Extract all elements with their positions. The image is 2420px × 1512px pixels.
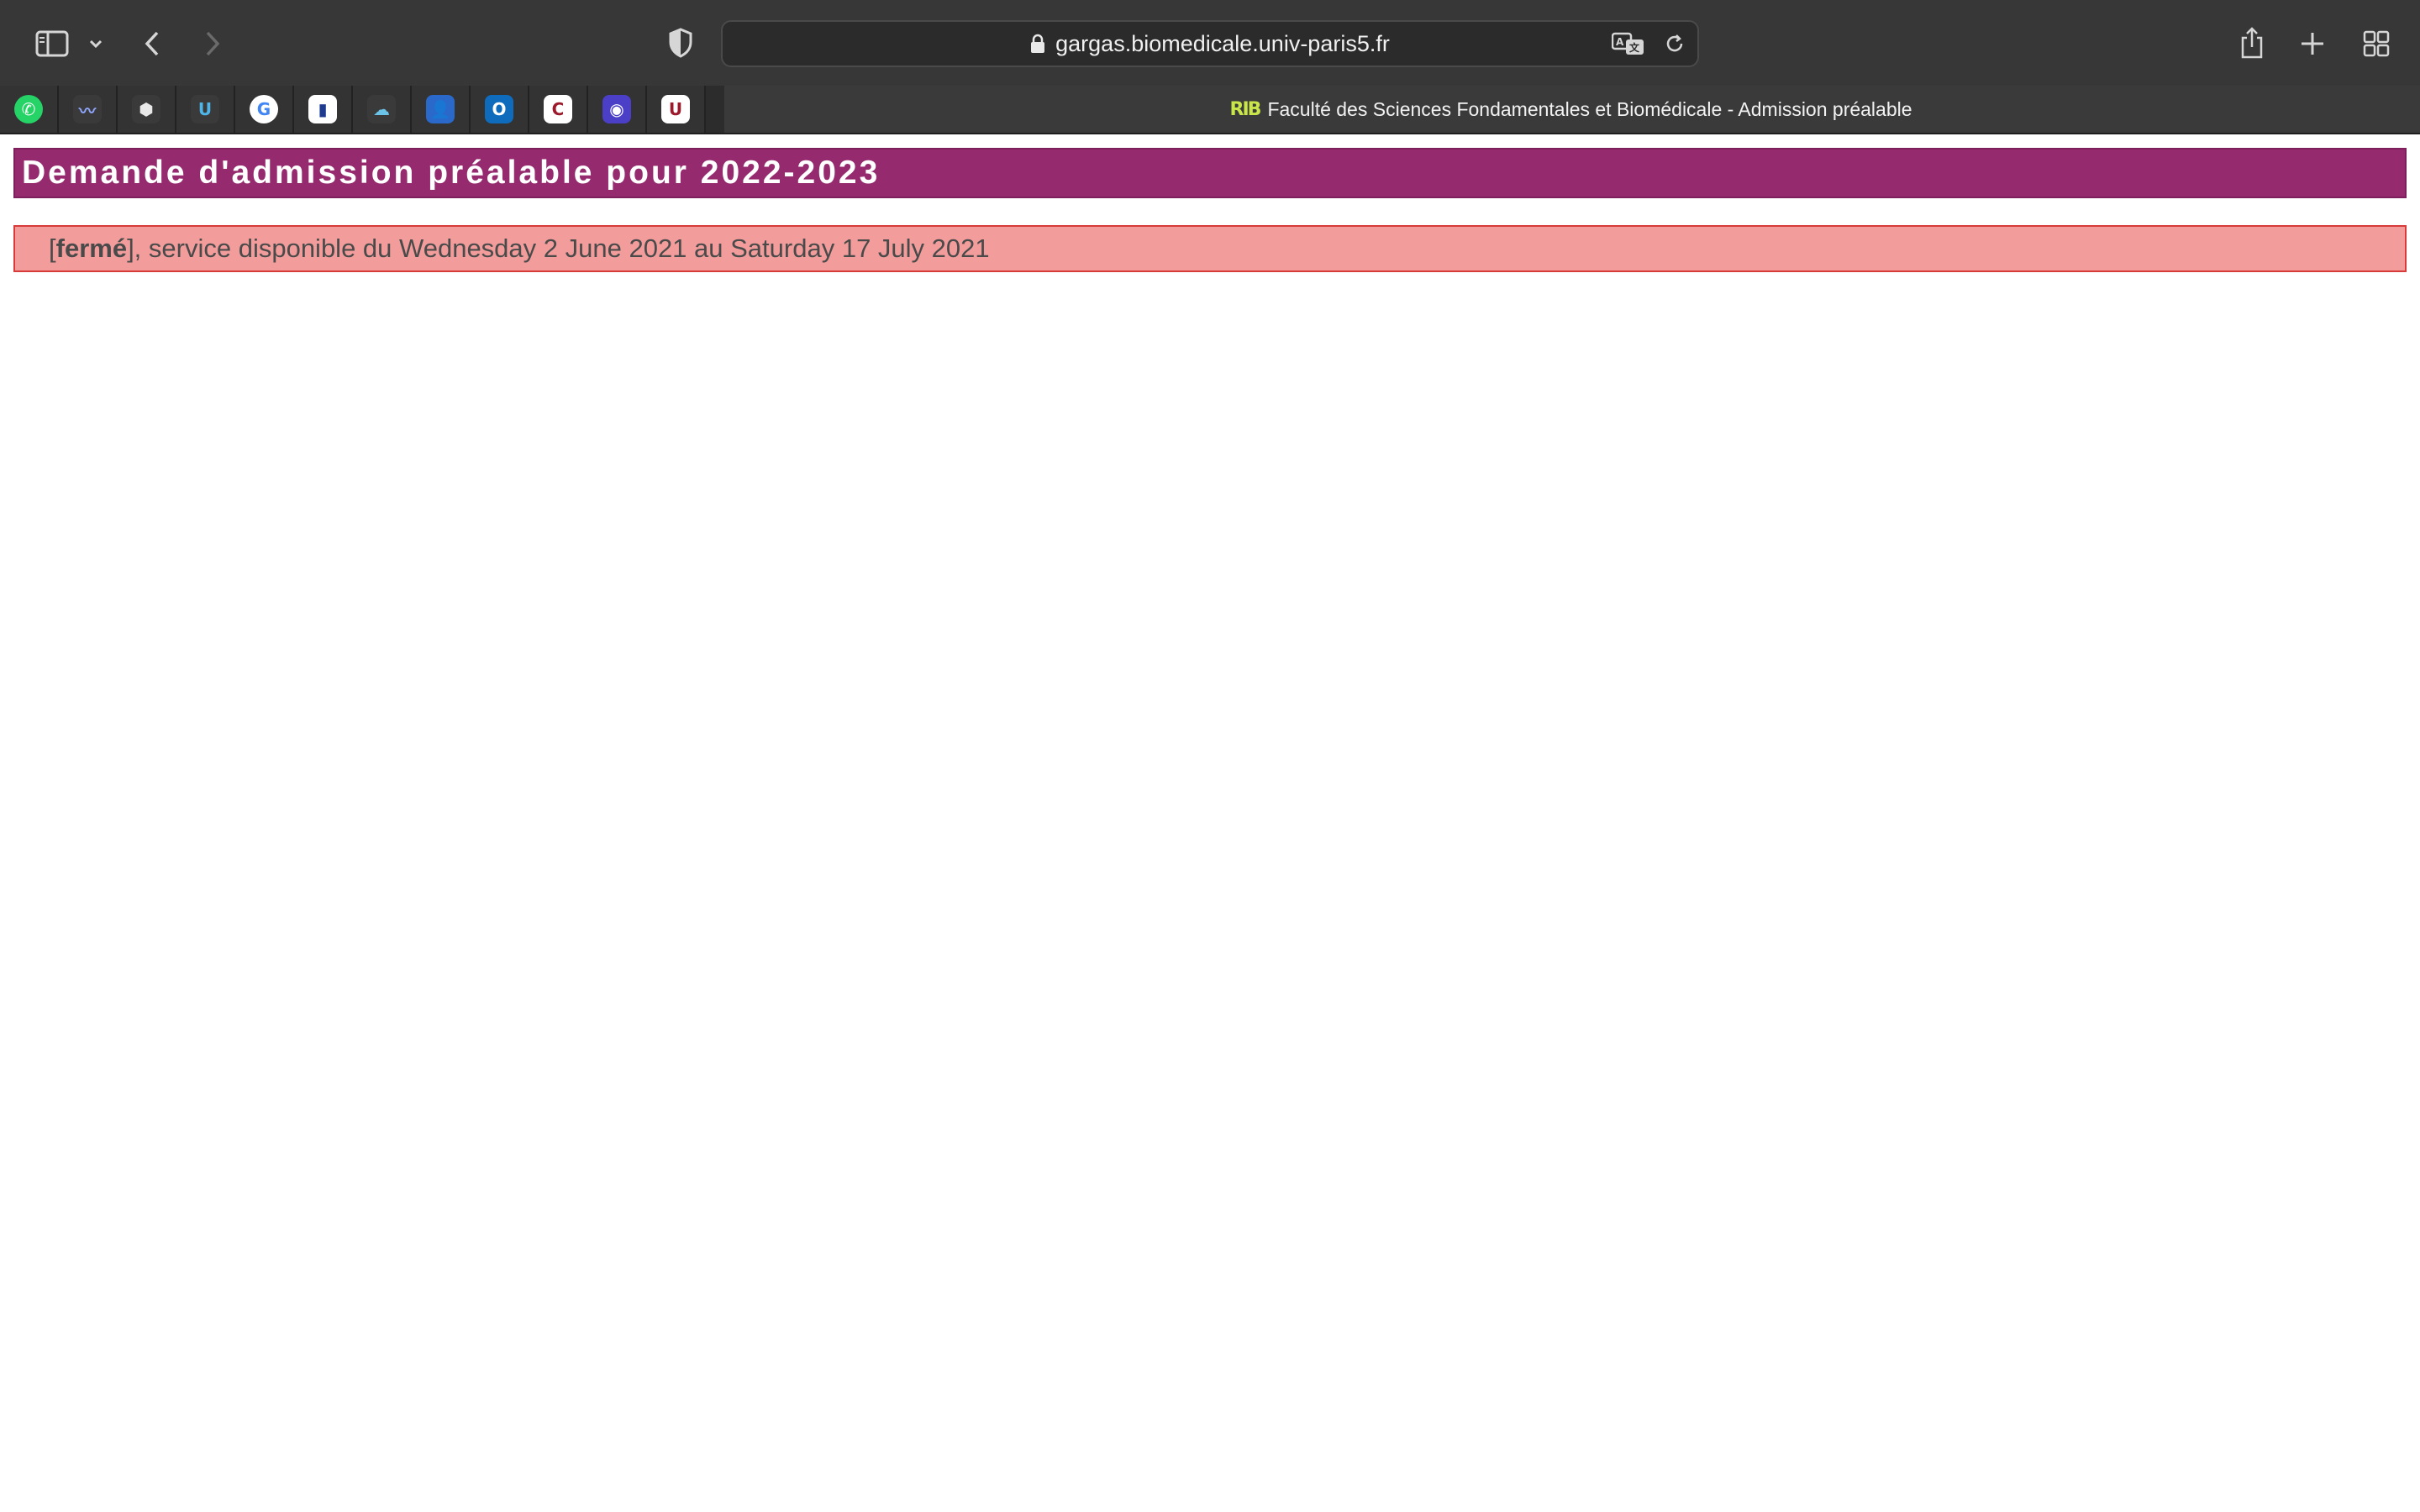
whatsapp-icon: ✆: [14, 95, 43, 123]
address-bar[interactable]: gargas.biomedicale.univ-paris5.fr A文: [721, 20, 1699, 67]
lock-icon: [1030, 34, 1045, 54]
share-icon[interactable]: [2235, 24, 2269, 62]
plus-icon[interactable]: [2297, 27, 2328, 60]
shield-icon[interactable]: [666, 25, 696, 60]
tab-bar: ✆ 〰 ⬢ U G ▮ ☁ 👤 O C ◉ U RIB Faculté des Sciences Fo…: [0, 86, 2420, 134]
favorite-blue-circle[interactable]: ◉: [588, 86, 647, 133]
favorite-polygon[interactable]: ⬢: [118, 86, 176, 133]
flag-icon: ▮: [308, 95, 337, 123]
favorite-france[interactable]: ▮: [294, 86, 353, 133]
page-header-banner: Demande d'admission préalable pour 2022-…: [13, 148, 2407, 198]
reload-icon[interactable]: [1664, 22, 1686, 66]
favorite-u-logo[interactable]: U: [176, 86, 235, 133]
google-icon: G: [250, 95, 278, 123]
url-text[interactable]: gargas.biomedicale.univ-paris5.fr: [1055, 31, 1390, 57]
cloud-icon: ☁: [367, 95, 396, 123]
svg-text:文: 文: [1629, 41, 1640, 54]
person-icon: 👤: [426, 95, 455, 123]
favorite-c-logo[interactable]: C: [529, 86, 588, 133]
wave-icon: 〰: [73, 95, 102, 123]
favorite-sketch-line[interactable]: 〰: [59, 86, 118, 133]
back-icon[interactable]: [139, 27, 165, 60]
tab-favicon: RIB: [1229, 98, 1262, 120]
sidebar-icon[interactable]: [34, 27, 71, 60]
forward-icon[interactable]: [200, 27, 225, 60]
favorite-outlook[interactable]: O: [471, 86, 529, 133]
page-title: Demande d'admission préalable pour 2022-…: [22, 155, 881, 191]
svg-text:A: A: [1616, 36, 1624, 48]
favorite-cloud[interactable]: ☁: [353, 86, 412, 133]
outlook-icon: O: [485, 95, 513, 123]
web-page: Demande d'admission préalable pour 2022-…: [0, 134, 2420, 1512]
pinned-tabs: ✆ 〰 ⬢ U G ▮ ☁ 👤 O C ◉ U: [0, 86, 706, 133]
translate-icon[interactable]: A文: [1612, 22, 1645, 66]
notice-text: ], service disponible du Wednesday 2 Jun…: [127, 234, 990, 263]
status-notice: [fermé], service disponible du Wednesday…: [13, 225, 2407, 272]
active-tab[interactable]: RIB Faculté des Sciences Fondamentales e…: [724, 86, 2420, 133]
browser-toolbar: gargas.biomedicale.univ-paris5.fr A文: [0, 0, 2420, 86]
circle-icon: ◉: [602, 95, 631, 123]
favorite-contacts[interactable]: 👤: [412, 86, 471, 133]
tab-overview-icon[interactable]: [2360, 27, 2393, 60]
tab-title: Faculté des Sciences Fondamentales et Bi…: [1267, 97, 1912, 120]
u-logo-icon: U: [191, 95, 219, 123]
chevron-down-icon[interactable]: [84, 34, 108, 54]
favorite-google[interactable]: G: [235, 86, 294, 133]
university-icon: U: [661, 95, 690, 123]
hexagon-icon: ⬢: [132, 95, 160, 123]
favorite-university[interactable]: U: [647, 86, 706, 133]
notice-status: fermé: [55, 234, 128, 263]
c-logo-icon: C: [544, 95, 572, 123]
notice-bracket-open: [: [49, 234, 56, 263]
favorite-whatsapp[interactable]: ✆: [0, 86, 59, 133]
